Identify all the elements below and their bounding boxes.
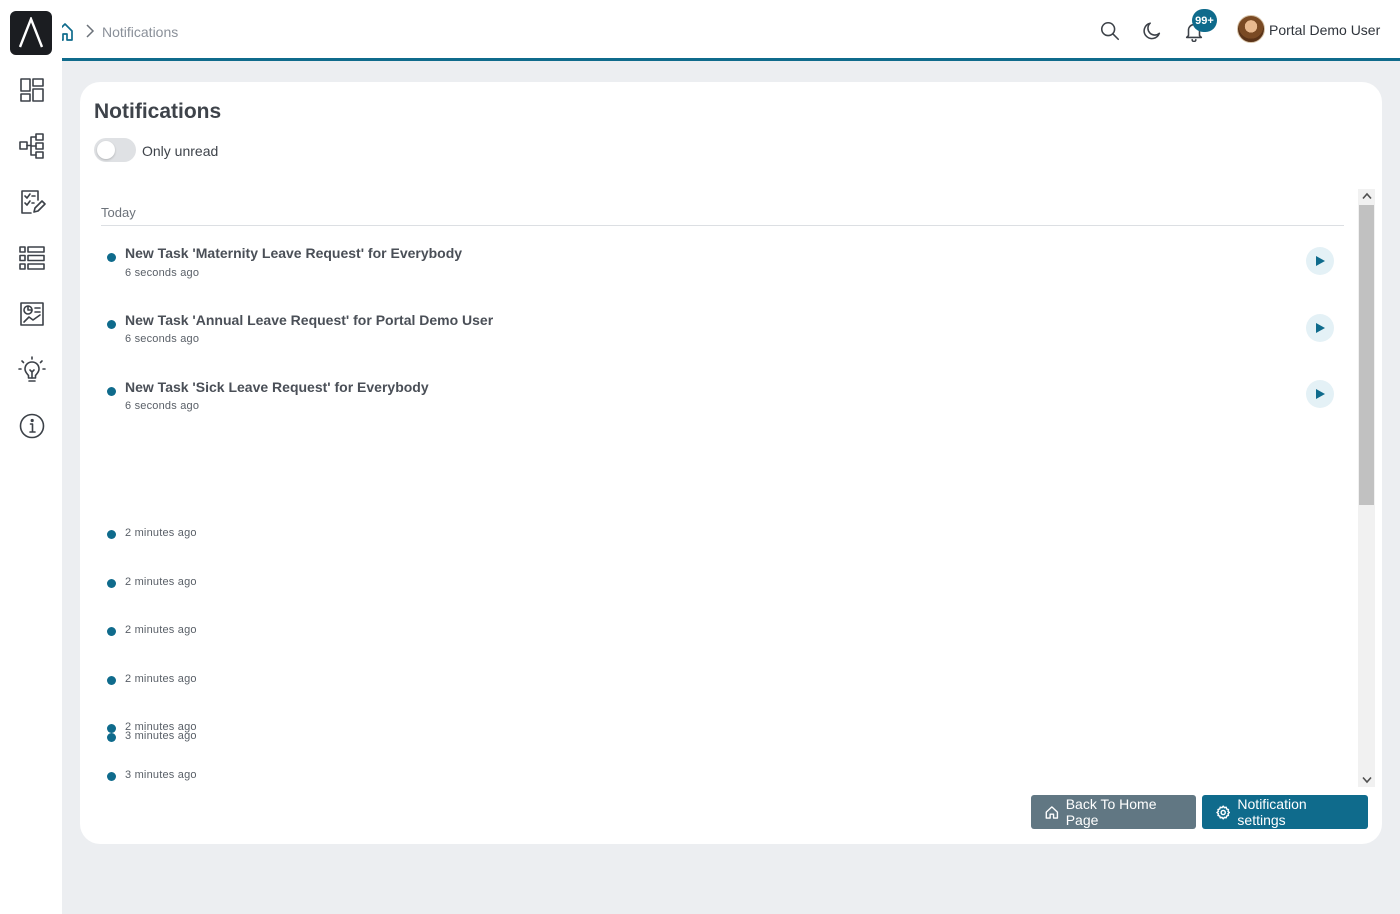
sidebar-item-dashboard[interactable] [15, 73, 49, 107]
notification-item[interactable]: New Task 'Annual Leave Request' for Port… [94, 312, 1344, 362]
dashboard-icon [20, 78, 44, 102]
chevron-up-icon [1361, 192, 1372, 200]
unread-dot [107, 530, 116, 539]
list-scrollbar[interactable] [1358, 189, 1375, 787]
search-button[interactable] [1098, 19, 1122, 43]
report-chart-icon [20, 302, 44, 326]
task-checklist-icon [21, 190, 46, 214]
notification-time: 2 minutes ago [125, 576, 197, 588]
unread-dot [107, 733, 116, 742]
scroll-up-button[interactable] [1358, 189, 1375, 203]
play-icon [1316, 256, 1325, 266]
notification-time: 2 minutes ago [125, 624, 197, 636]
notification-title: New Task 'Sick Leave Request' for Everyb… [125, 379, 429, 395]
sidebar-item-ideas[interactable] [15, 353, 49, 387]
theme-toggle-button[interactable] [1140, 19, 1164, 43]
notification-item[interactable]: New Task 'Maternity Leave Request' for E… [94, 245, 1344, 295]
only-unread-label: Only unread [142, 143, 219, 159]
moon-icon [1143, 22, 1161, 40]
play-icon [1316, 389, 1325, 399]
logo-icon [18, 17, 44, 48]
sidebar-item-reports[interactable] [15, 297, 49, 331]
app-logo[interactable] [10, 11, 52, 55]
unread-dot [107, 579, 116, 588]
unread-dot [107, 676, 116, 685]
group-divider [101, 225, 1344, 226]
user-name[interactable]: Portal Demo User [1269, 22, 1380, 38]
notification-item[interactable]: 2 minutes ago [94, 527, 1344, 547]
back-to-home-button[interactable]: Back To Home Page [1031, 795, 1196, 829]
chevron-right-icon [86, 24, 95, 38]
only-unread-toggle[interactable] [94, 138, 136, 162]
sidebar [0, 0, 62, 914]
sidebar-item-tasks[interactable] [15, 185, 49, 219]
breadcrumb-current: Notifications [102, 24, 179, 40]
sidebar-item-processes[interactable] [15, 129, 49, 163]
scrollbar-thumb[interactable] [1359, 205, 1374, 505]
list-icon [19, 246, 45, 270]
sidebar-item-info[interactable] [15, 409, 49, 443]
notification-settings-button[interactable]: Notification settings [1202, 795, 1368, 829]
notification-item[interactable]: New Task 'Sick Leave Request' for Everyb… [94, 379, 1344, 429]
home-icon [62, 23, 73, 41]
toggle-knob [97, 141, 115, 159]
open-task-button[interactable] [1306, 314, 1334, 342]
unread-dot [107, 253, 116, 262]
process-flow-icon [19, 133, 44, 159]
page-title: Notifications [94, 100, 222, 123]
avatar[interactable] [1237, 15, 1265, 43]
back-to-home-label: Back To Home Page [1065, 796, 1157, 828]
sidebar-item-list[interactable] [15, 241, 49, 275]
notification-time: 6 seconds ago [125, 333, 200, 345]
notification-time: 6 seconds ago [125, 400, 200, 412]
unread-dot [107, 627, 116, 636]
notification-item[interactable]: 3 minutes ago [94, 730, 1344, 750]
notification-time: 3 minutes ago [125, 730, 197, 742]
notification-title: New Task 'Maternity Leave Request' for E… [125, 245, 463, 261]
notification-time: 2 minutes ago [125, 527, 197, 539]
notification-count-badge: 99+ [1192, 9, 1217, 32]
search-icon [1100, 21, 1120, 41]
home-icon [1045, 805, 1059, 819]
breadcrumb-home[interactable] [62, 22, 74, 42]
notification-list-continued[interactable]: 3 minutes ago [94, 708, 1344, 788]
open-task-button[interactable] [1306, 380, 1334, 408]
unread-dot [107, 387, 116, 396]
notification-item[interactable]: 2 minutes ago [94, 624, 1344, 644]
notification-settings-label: Notification settings [1237, 796, 1307, 828]
notification-item[interactable]: 2 minutes ago [94, 576, 1344, 596]
unread-dot [107, 320, 116, 329]
info-icon [19, 413, 45, 439]
notification-item[interactable]: 2 minutes ago [94, 673, 1344, 693]
chevron-down-icon [1361, 776, 1372, 784]
group-label-today: Today [101, 205, 136, 220]
play-icon [1316, 323, 1325, 333]
gear-icon [1216, 804, 1231, 820]
notification-title: New Task 'Annual Leave Request' for Port… [125, 312, 494, 328]
top-header: Notifications 99+ Portal Demo User [62, 0, 1400, 61]
open-task-button[interactable] [1306, 247, 1334, 275]
notification-list[interactable]: Today New Task 'Maternity Leave Request'… [94, 188, 1344, 790]
breadcrumb-separator [84, 24, 96, 38]
lightbulb-icon [18, 356, 46, 382]
notification-time: 2 minutes ago [125, 673, 197, 685]
scroll-down-button[interactable] [1358, 773, 1375, 787]
notification-time: 6 seconds ago [125, 267, 200, 279]
